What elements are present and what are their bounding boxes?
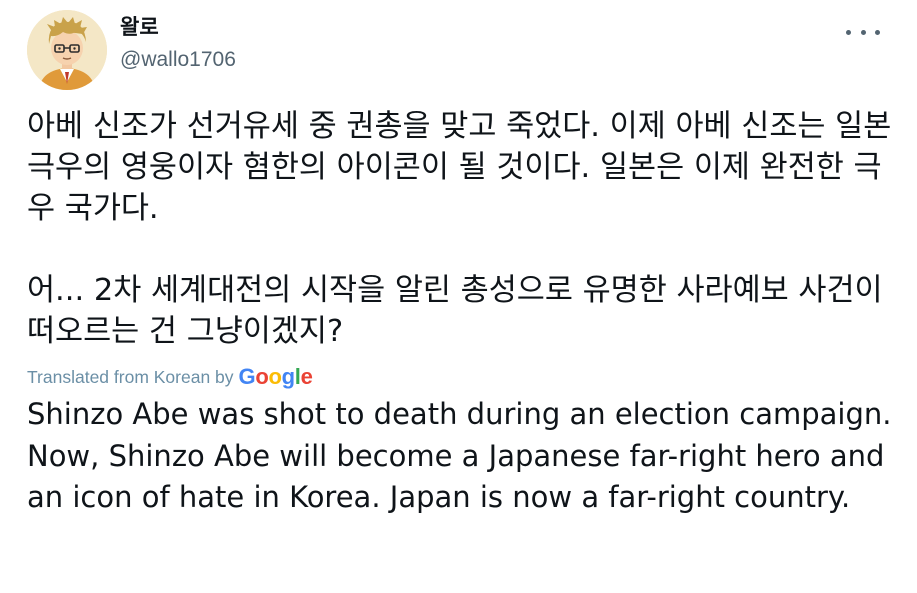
user-handle[interactable]: @wallo1706 (120, 46, 236, 74)
google-logo-letter: G (238, 364, 256, 389)
translation-attribution[interactable]: Translated from Korean by Google (27, 362, 313, 392)
tweet-text: 아베 신조가 선거유세 중 권총을 맞고 죽었다. 이제 아베 신조는 일본 극… (27, 106, 897, 352)
avatar[interactable] (27, 10, 107, 90)
google-logo-letter: o (268, 364, 282, 389)
dot (860, 29, 866, 35)
cartoon-avatar-icon (27, 10, 107, 90)
google-logo-letter: e (300, 364, 313, 389)
translated-from-label: Translated from Korean by (27, 366, 234, 387)
tweet-card: 왈로 @wallo1706 아베 신조가 선거유세 중 권총을 맞고 죽었다. … (0, 0, 917, 593)
more-horizontal-icon[interactable] (846, 20, 880, 44)
dot (846, 29, 851, 35)
google-logo: Google (239, 364, 313, 390)
dot (875, 29, 880, 35)
google-logo-letter: o (255, 364, 269, 389)
google-logo-letter: g (281, 364, 295, 389)
display-name[interactable]: 왈로 (120, 13, 159, 41)
translated-text: Shinzo Abe was shot to death during an e… (27, 397, 892, 514)
tweet-paragraph: 아베 신조가 선거유세 중 권총을 맞고 죽었다. 이제 아베 신조는 일본 극… (27, 109, 892, 226)
tweet-paragraph: 어... 2차 세계대전의 시작을 알린 총성으로 유명한 사라예보 사건이 떠… (27, 273, 883, 349)
